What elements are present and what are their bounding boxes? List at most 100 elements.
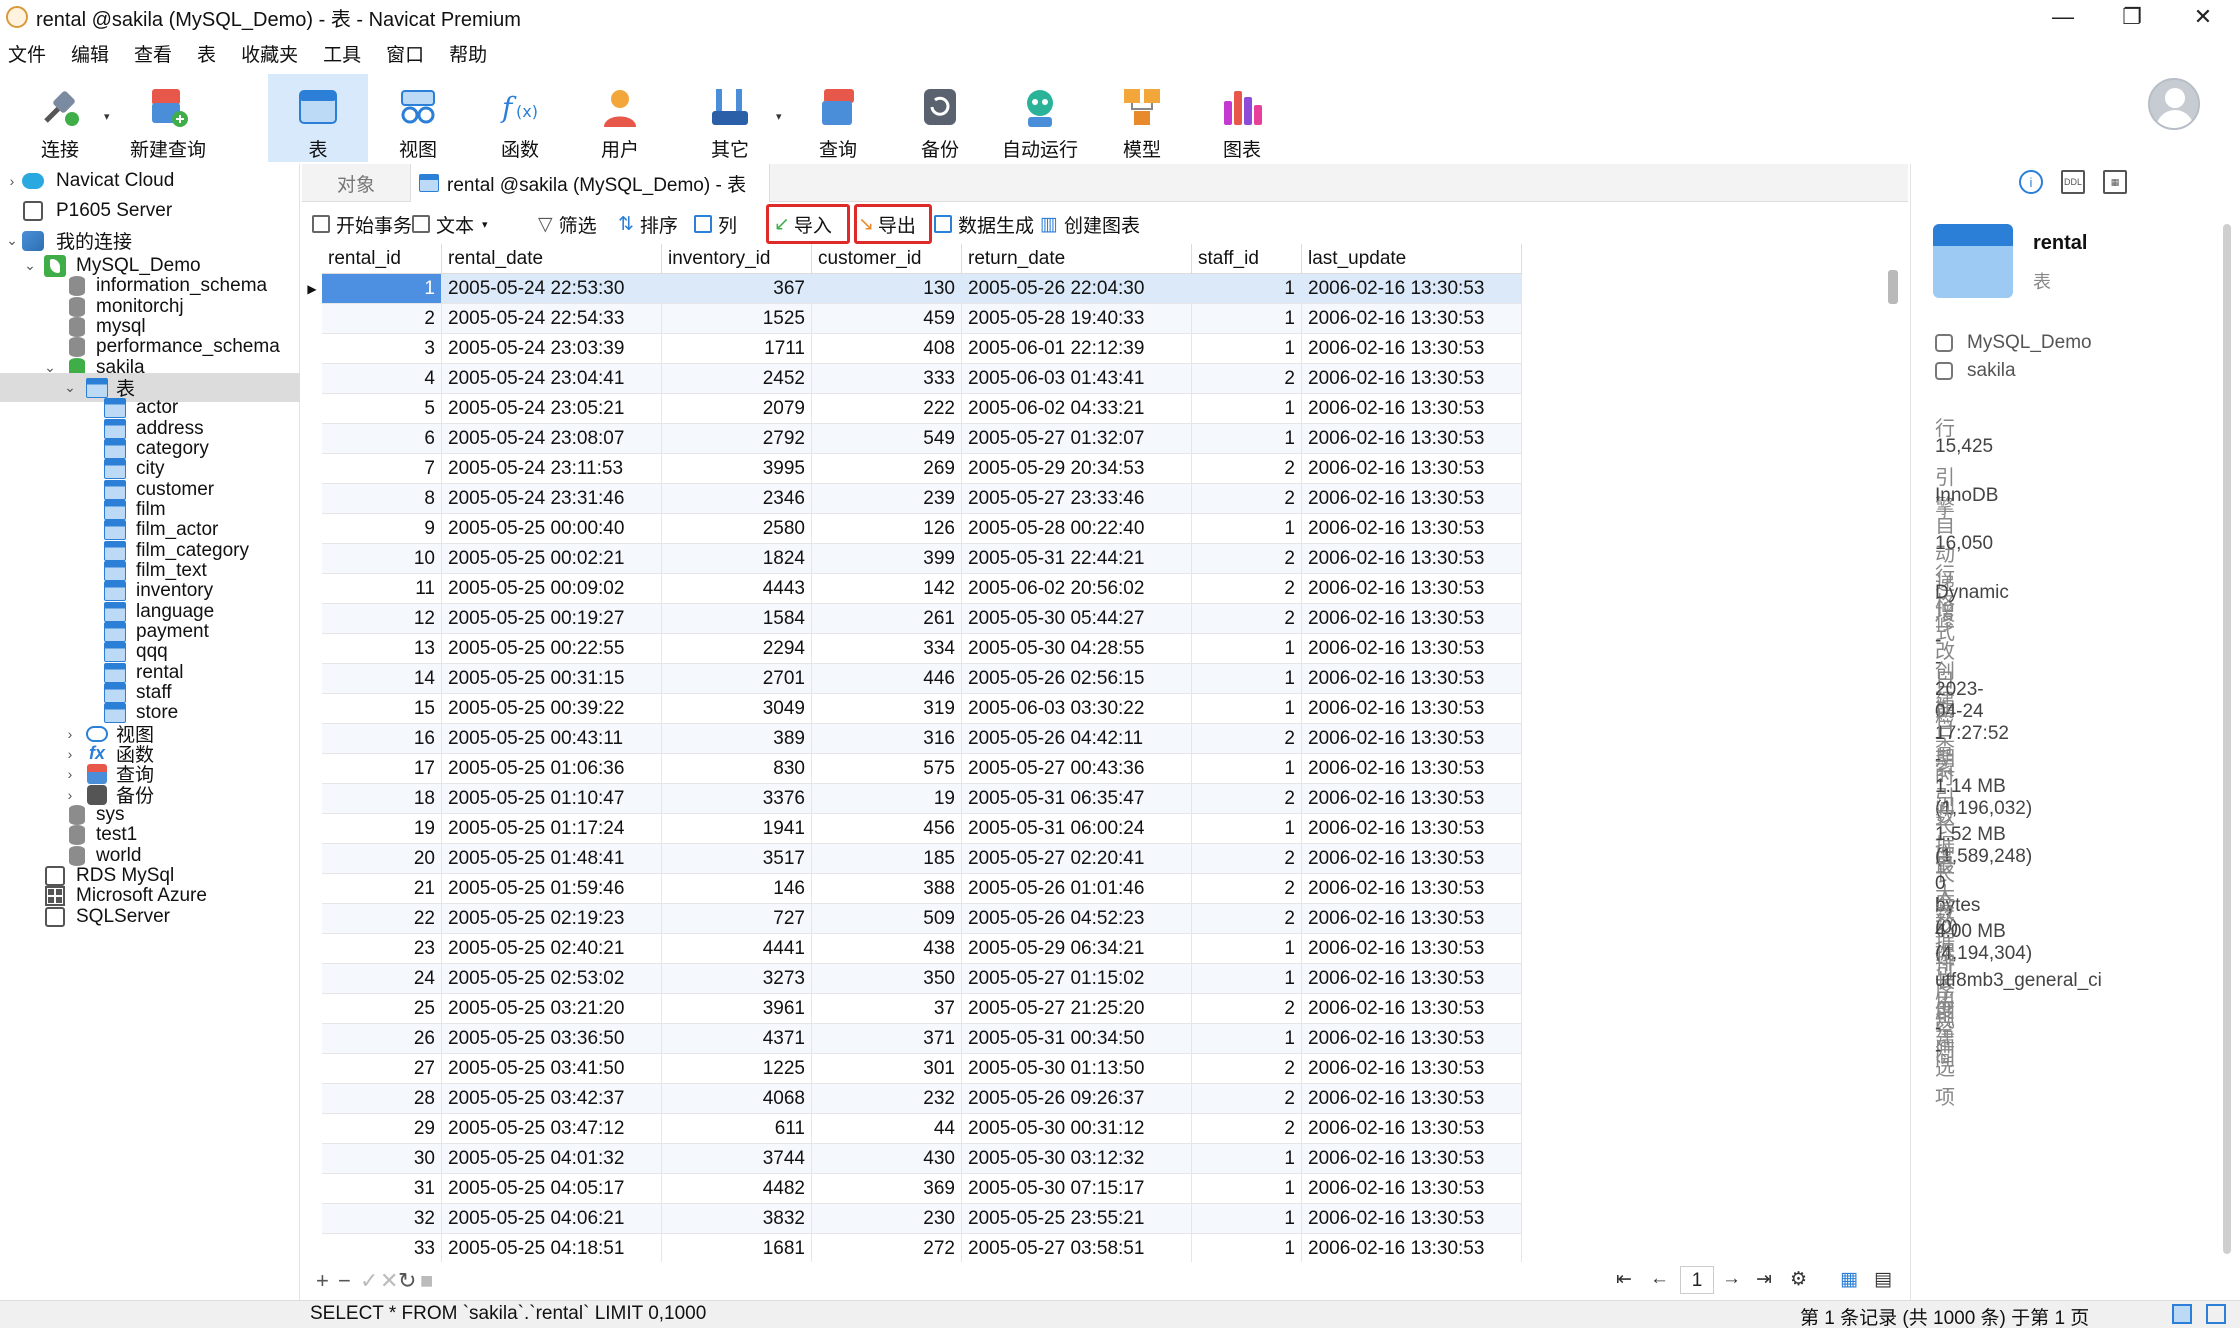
cell-staff-id[interactable]: 2 [1192,604,1302,634]
table-row[interactable]: 3 2005-05-24 23:03:39 1711 408 2005-06-01 22… [302,334,1906,364]
other-dropdown-arrow-icon[interactable]: ▾ [776,110,782,123]
discard-changes-icon[interactable]: ✕ [380,1268,398,1294]
data-generation-button[interactable]: 数据生成 [934,208,1034,240]
previous-page-icon[interactable]: ← [1650,1268,1669,1290]
cell-rental-id[interactable]: 27 [322,1054,442,1084]
cell-rental-date[interactable]: 2005-05-24 23:11:53 [442,454,662,484]
cell-customer-id[interactable]: 388 [812,874,962,904]
table-row[interactable]: 24 2005-05-25 02:53:02 3273 350 2005-05-27 0… [302,964,1906,994]
menu-tools[interactable]: 工具 [315,40,378,67]
cell-return-date[interactable]: 2005-05-30 00:31:12 [962,1114,1192,1144]
cell-rental-id[interactable]: 17 [322,754,442,784]
toolbar-model-button[interactable]: 模型 [1096,74,1188,162]
stop-icon[interactable]: ■ [420,1268,433,1294]
grid-view-icon[interactable]: ▦ [1840,1268,1858,1291]
cell-rental-id[interactable]: 31 [322,1174,442,1204]
cell-rental-date[interactable]: 2005-05-25 03:42:37 [442,1084,662,1114]
row-marker[interactable] [302,664,322,694]
cell-customer-id[interactable]: 222 [812,394,962,424]
cell-return-date[interactable]: 2005-06-01 22:12:39 [962,334,1192,364]
last-page-icon[interactable]: ⇥ [1756,1268,1772,1291]
cell-return-date[interactable]: 2005-05-27 03:58:51 [962,1234,1192,1262]
connect-dropdown-arrow-icon[interactable]: ▾ [104,110,110,123]
cell-rental-id[interactable]: 30 [322,1144,442,1174]
row-marker[interactable] [302,544,322,574]
cell-rental-id[interactable]: 14 [322,664,442,694]
cell-inventory-id[interactable]: 2294 [662,634,812,664]
form-view-icon[interactable]: ▤ [1874,1268,1892,1291]
begin-transaction-button[interactable]: 开始事务 [312,208,412,240]
cell-customer-id[interactable]: 334 [812,634,962,664]
cell-customer-id[interactable]: 459 [812,304,962,334]
cell-customer-id[interactable]: 230 [812,1204,962,1234]
cell-rental-date[interactable]: 2005-05-25 02:19:23 [442,904,662,934]
cell-return-date[interactable]: 2005-05-28 00:22:40 [962,514,1192,544]
table-row[interactable]: 9 2005-05-25 00:00:40 2580 126 2005-05-28 00… [302,514,1906,544]
current-row-marker-icon[interactable]: ▶ [302,274,322,304]
cell-inventory-id[interactable]: 4443 [662,574,812,604]
cell-rental-id[interactable]: 19 [322,814,442,844]
cell-staff-id[interactable]: 1 [1192,814,1302,844]
cell-customer-id[interactable]: 232 [812,1084,962,1114]
table-row[interactable]: 18 2005-05-25 01:10:47 3376 19 2005-05-31 06… [302,784,1906,814]
menu-table[interactable]: 表 [189,40,233,67]
cell-rental-date[interactable]: 2005-05-25 00:39:22 [442,694,662,724]
cell-staff-id[interactable]: 1 [1192,1234,1302,1262]
cell-inventory-id[interactable]: 3744 [662,1144,812,1174]
table-row[interactable]: 14 2005-05-25 00:31:15 2701 446 2005-05-26 0… [302,664,1906,694]
toolbar-function-button[interactable]: f (x) 函数 [474,74,566,162]
cell-rental-id[interactable]: 25 [322,994,442,1024]
cell-inventory-id[interactable]: 2580 [662,514,812,544]
text-button[interactable]: 文本 ▾ [412,208,488,240]
sort-button[interactable]: ⇅ 排序 [618,208,678,240]
cell-return-date[interactable]: 2005-05-27 01:32:07 [962,424,1192,454]
cell-rental-id[interactable]: 9 [322,514,442,544]
row-marker[interactable] [302,874,322,904]
cell-rental-date[interactable]: 2005-05-25 02:53:02 [442,964,662,994]
cell-staff-id[interactable]: 1 [1192,634,1302,664]
info-panel-scrollbar[interactable] [2223,224,2231,1254]
toolbar-chart-button[interactable]: 图表 [1196,74,1288,162]
cell-staff-id[interactable]: 2 [1192,994,1302,1024]
settings-gear-icon[interactable]: ⚙ [1790,1268,1807,1291]
cell-last-update[interactable]: 2006-02-16 13:30:53 [1302,694,1522,724]
table-row[interactable]: 15 2005-05-25 00:39:22 3049 319 2005-06-03 0… [302,694,1906,724]
cell-customer-id[interactable]: 44 [812,1114,962,1144]
toolbar-backup-button[interactable]: 备份 [894,74,986,162]
cell-return-date[interactable]: 2005-06-03 01:43:41 [962,364,1192,394]
table-row[interactable]: 31 2005-05-25 04:05:17 4482 369 2005-05-30 0… [302,1174,1906,1204]
cell-inventory-id[interactable]: 2452 [662,364,812,394]
cell-staff-id[interactable]: 1 [1192,694,1302,724]
row-marker[interactable] [302,604,322,634]
cell-last-update[interactable]: 2006-02-16 13:30:53 [1302,754,1522,784]
cell-customer-id[interactable]: 369 [812,1174,962,1204]
cell-return-date[interactable]: 2005-05-26 01:01:46 [962,874,1192,904]
cell-rental-id[interactable]: 21 [322,874,442,904]
table-row[interactable]: 20 2005-05-25 01:48:41 3517 185 2005-05-27 0… [302,844,1906,874]
cell-last-update[interactable]: 2006-02-16 13:30:53 [1302,484,1522,514]
cell-return-date[interactable]: 2005-05-27 00:43:36 [962,754,1192,784]
cell-rental-date[interactable]: 2005-05-24 23:04:41 [442,364,662,394]
apply-changes-icon[interactable]: ✓ [360,1268,378,1294]
tree-node-navicat-cloud[interactable]: › Navicat Cloud [0,166,300,195]
table-row[interactable]: 4 2005-05-24 23:04:41 2452 333 2005-06-03 01… [302,364,1906,394]
row-marker[interactable] [302,394,322,424]
menu-favorites[interactable]: 收藏夹 [233,40,315,67]
cell-customer-id[interactable]: 408 [812,334,962,364]
refresh-icon[interactable]: ↻ [398,1268,416,1294]
cell-customer-id[interactable]: 438 [812,934,962,964]
cell-rental-date[interactable]: 2005-05-25 01:10:47 [442,784,662,814]
cell-last-update[interactable]: 2006-02-16 13:30:53 [1302,274,1522,304]
cell-last-update[interactable]: 2006-02-16 13:30:53 [1302,334,1522,364]
cell-customer-id[interactable]: 316 [812,724,962,754]
cell-inventory-id[interactable]: 4482 [662,1174,812,1204]
cell-last-update[interactable]: 2006-02-16 13:30:53 [1302,994,1522,1024]
cell-rental-date[interactable]: 2005-05-25 02:40:21 [442,934,662,964]
cell-staff-id[interactable]: 2 [1192,904,1302,934]
row-marker[interactable] [302,634,322,664]
cell-inventory-id[interactable]: 1711 [662,334,812,364]
cell-rental-date[interactable]: 2005-05-25 04:18:51 [442,1234,662,1262]
cell-staff-id[interactable]: 2 [1192,724,1302,754]
cell-staff-id[interactable]: 1 [1192,664,1302,694]
cell-return-date[interactable]: 2005-06-02 04:33:21 [962,394,1192,424]
